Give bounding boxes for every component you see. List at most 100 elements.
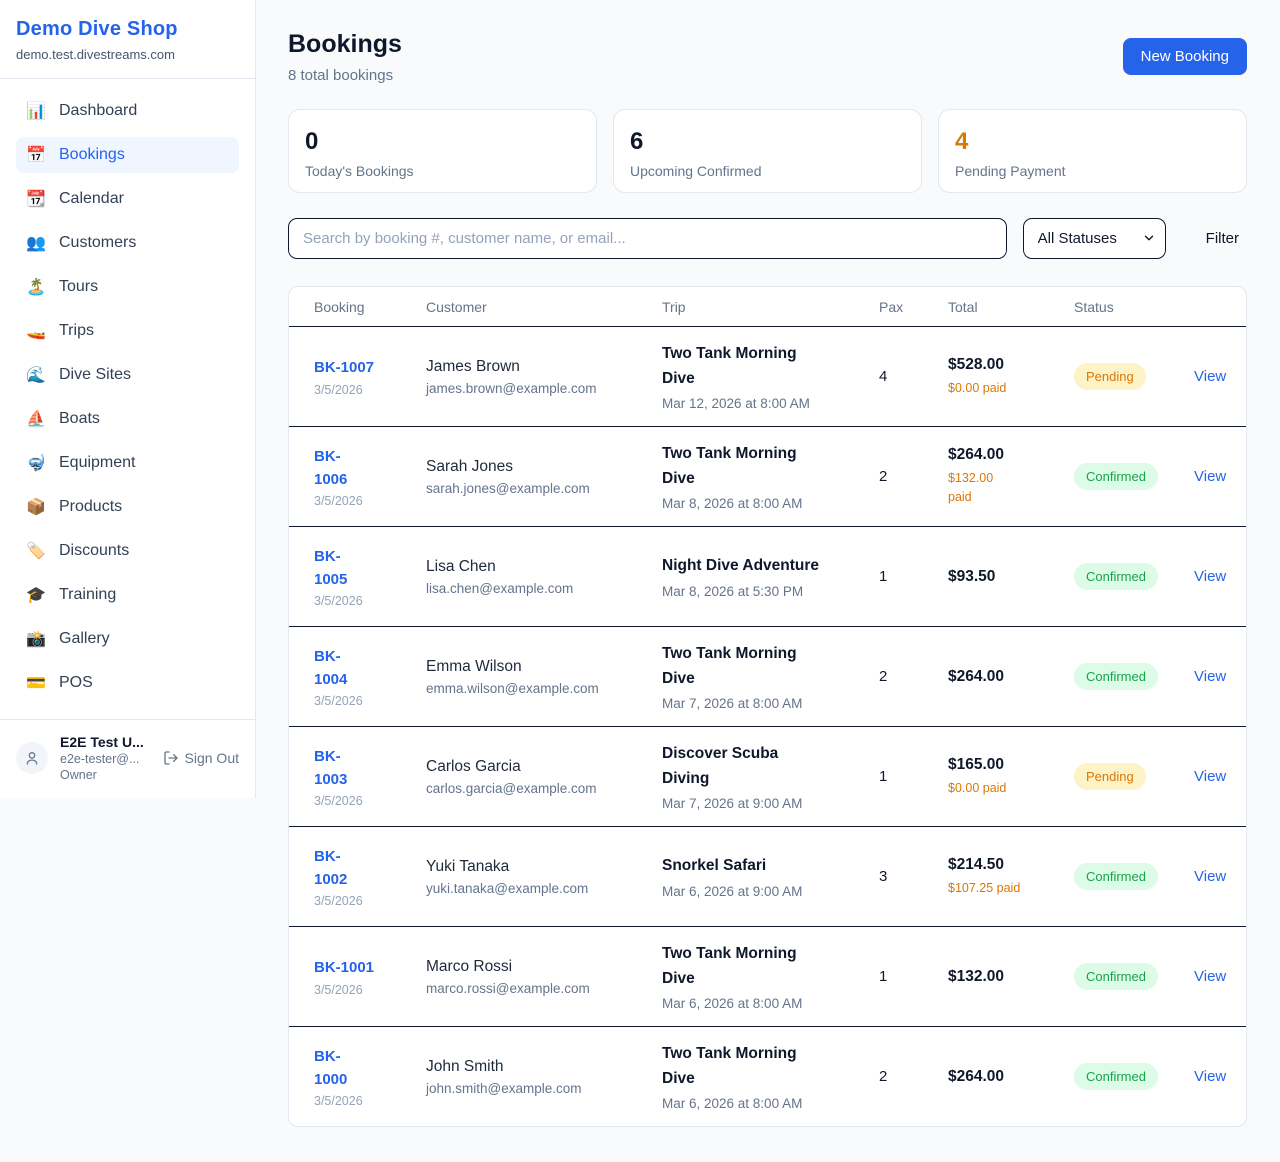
booking-id-link[interactable]: BK- 1000 (314, 1045, 416, 1092)
col-pax: Pax (879, 299, 948, 315)
view-link[interactable]: View (1194, 968, 1226, 985)
booking-id-link[interactable]: BK- 1002 (314, 845, 416, 892)
bookings-table: Booking Customer Trip Pax Total Status B… (288, 286, 1247, 1127)
customer-email: lisa.chen@example.com (426, 581, 652, 596)
status-badge: Pending (1074, 763, 1146, 790)
sidebar-item-bookings[interactable]: 📅 Bookings (16, 137, 239, 173)
customer-email: marco.rossi@example.com (426, 981, 652, 996)
sidebar-item-label: Equipment (59, 454, 136, 472)
stat-card-today-s-bookings: 0 Today's Bookings (288, 109, 597, 193)
stat-label: Pending Payment (955, 163, 1230, 179)
customer-name: Lisa Chen (426, 558, 652, 576)
stat-value: 4 (955, 128, 1230, 156)
booking-id-link[interactable]: BK-1001 (314, 956, 416, 979)
booking-date: 3/5/2026 (314, 1094, 416, 1108)
pax-count: 3 (879, 868, 948, 885)
trip-name: Two Tank Morning Dive (662, 942, 869, 990)
user-meta: E2E Test U... e2e-tester@... Owner (60, 734, 151, 782)
stat-card-upcoming-confirmed: 6 Upcoming Confirmed (613, 109, 922, 193)
sidebar-header: Demo Dive Shop demo.test.divestreams.com (0, 0, 255, 79)
view-link[interactable]: View (1194, 1068, 1226, 1085)
customer-name: Marco Rossi (426, 958, 652, 976)
booking-date: 3/5/2026 (314, 594, 416, 608)
booking-date: 3/5/2026 (314, 494, 416, 508)
view-link[interactable]: View (1194, 868, 1226, 885)
sign-out-label: Sign Out (185, 750, 239, 766)
customer-email: john.smith@example.com (426, 1081, 652, 1096)
booking-date: 3/5/2026 (314, 383, 416, 397)
new-booking-button[interactable]: New Booking (1123, 38, 1247, 75)
total-amount: $528.00 (948, 356, 1064, 374)
sidebar-item-trips[interactable]: 🚤 Trips (16, 313, 239, 349)
user-name: E2E Test U... (60, 734, 151, 750)
trip-datetime: Mar 6, 2026 at 8:00 AM (662, 1096, 869, 1111)
tours-icon: 🏝️ (26, 277, 46, 297)
sidebar-item-customers[interactable]: 👥 Customers (16, 225, 239, 261)
trip-datetime: Mar 8, 2026 at 8:00 AM (662, 496, 869, 511)
trip-name: Two Tank Morning Dive (662, 342, 869, 390)
booking-id-link[interactable]: BK- 1003 (314, 745, 416, 792)
col-total: Total (948, 299, 1074, 315)
booking-id-link[interactable]: BK- 1005 (314, 545, 416, 592)
filter-button[interactable]: Filter (1198, 230, 1247, 247)
booking-id-link[interactable]: BK- 1006 (314, 445, 416, 492)
page-subtitle: 8 total bookings (288, 67, 402, 84)
table-body: BK-1007 3/5/2026 James Brown james.brown… (289, 326, 1246, 1126)
total-amount: $93.50 (948, 568, 1064, 586)
customer-name: Yuki Tanaka (426, 858, 652, 876)
view-link[interactable]: View (1194, 468, 1226, 485)
status-badge: Confirmed (1074, 563, 1158, 590)
stat-value: 0 (305, 128, 580, 156)
view-link[interactable]: View (1194, 768, 1226, 785)
sidebar-item-dive-sites[interactable]: 🌊 Dive Sites (16, 357, 239, 393)
customers-icon: 👥 (26, 233, 46, 253)
table-row: BK-1007 3/5/2026 James Brown james.brown… (289, 326, 1246, 426)
pax-count: 1 (879, 968, 948, 985)
pax-count: 1 (879, 568, 948, 585)
customer-name: Sarah Jones (426, 458, 652, 476)
view-link[interactable]: View (1194, 668, 1226, 685)
calendar-icon: 📆 (26, 189, 46, 209)
booking-id-link[interactable]: BK- 1004 (314, 645, 416, 692)
status-select[interactable]: All Statuses (1023, 218, 1166, 259)
table-row: BK- 1000 3/5/2026 John Smith john.smith@… (289, 1026, 1246, 1126)
status-badge: Confirmed (1074, 463, 1158, 490)
view-link[interactable]: View (1194, 368, 1226, 385)
user-role: Owner (60, 768, 151, 782)
trip-name: Discover Scuba Diving (662, 742, 869, 790)
view-link[interactable]: View (1194, 568, 1226, 585)
booking-date: 3/5/2026 (314, 983, 416, 997)
sidebar-item-pos[interactable]: 💳 POS (16, 665, 239, 701)
sign-out-button[interactable]: Sign Out (163, 750, 239, 766)
stat-value: 6 (630, 128, 905, 156)
sidebar-item-boats[interactable]: ⛵ Boats (16, 401, 239, 437)
page-title: Bookings (288, 30, 402, 59)
shop-name: Demo Dive Shop (16, 18, 239, 41)
customer-email: emma.wilson@example.com (426, 681, 652, 696)
shop-domain: demo.test.divestreams.com (16, 47, 239, 62)
customer-name: Emma Wilson (426, 658, 652, 676)
dashboard-icon: 📊 (26, 101, 46, 121)
pax-count: 2 (879, 668, 948, 685)
paid-amount: $132.00 paid (948, 469, 1064, 507)
sidebar-item-dashboard[interactable]: 📊 Dashboard (16, 93, 239, 129)
sidebar-item-discounts[interactable]: 🏷️ Discounts (16, 533, 239, 569)
sidebar-item-label: Bookings (59, 146, 125, 164)
sidebar-item-equipment[interactable]: 🤿 Equipment (16, 445, 239, 481)
person-icon (24, 750, 40, 766)
trip-name: Two Tank Morning Dive (662, 1042, 869, 1090)
sidebar-item-training[interactable]: 🎓 Training (16, 577, 239, 613)
status-badge: Confirmed (1074, 1063, 1158, 1090)
col-trip: Trip (662, 299, 879, 315)
search-input[interactable] (288, 218, 1007, 259)
stat-label: Upcoming Confirmed (630, 163, 905, 179)
boats-icon: ⛵ (26, 409, 46, 429)
table-row: BK-1001 3/5/2026 Marco Rossi marco.rossi… (289, 926, 1246, 1026)
booking-date: 3/5/2026 (314, 694, 416, 708)
sidebar-item-calendar[interactable]: 📆 Calendar (16, 181, 239, 217)
pax-count: 2 (879, 468, 948, 485)
sidebar-item-gallery[interactable]: 📸 Gallery (16, 621, 239, 657)
sidebar-item-products[interactable]: 📦 Products (16, 489, 239, 525)
booking-id-link[interactable]: BK-1007 (314, 356, 416, 379)
sidebar-item-tours[interactable]: 🏝️ Tours (16, 269, 239, 305)
